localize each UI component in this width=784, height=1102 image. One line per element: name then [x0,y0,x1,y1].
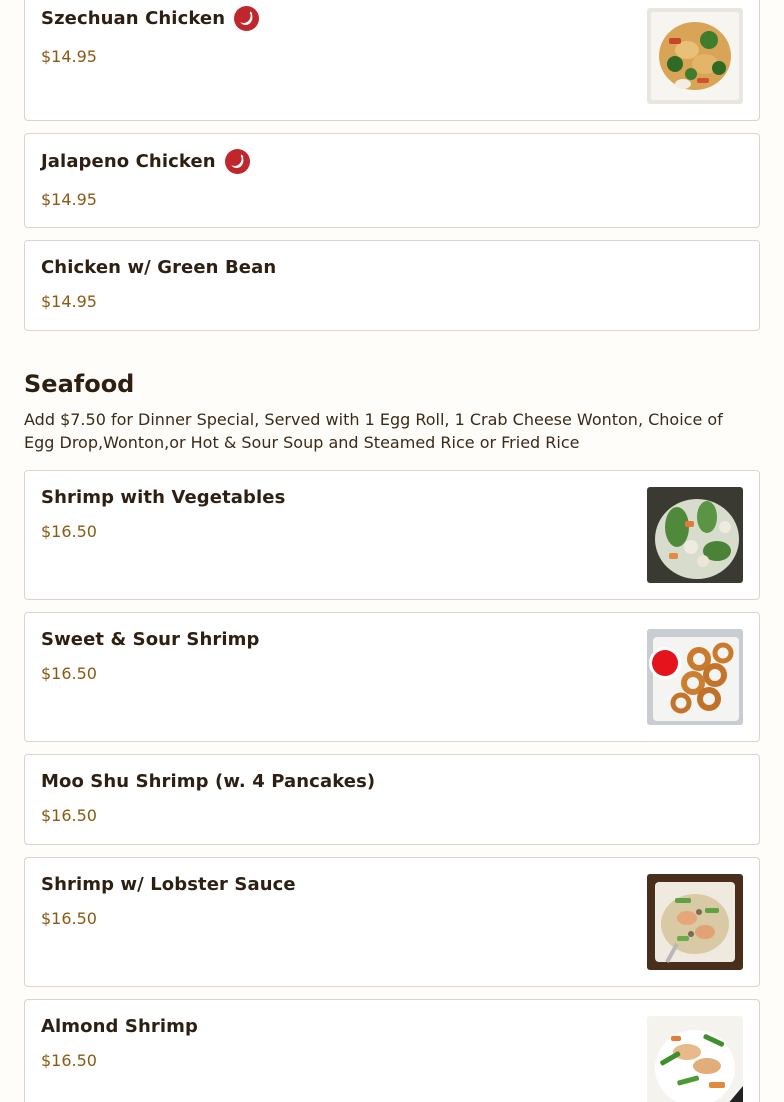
food-photo[interactable] [647,487,743,583]
menu-item-title-row: Moo Shu Shrimp (w. 4 Pancakes) [41,768,375,794]
menu-item-title-row: Chicken w/ Green Bean [41,254,276,280]
menu-item-price: $16.50 [41,522,97,541]
menu-item-name: Almond Shrimp [41,1015,198,1037]
menu-item-name: Sweet & Sour Shrimp [41,628,260,650]
menu-item-name: Shrimp w/ Lobster Sauce [41,873,296,895]
menu-item-price: $16.50 [41,664,97,683]
menu-item-price: $14.95 [41,190,97,209]
menu-item-card[interactable]: Sweet & Sour Shrimp $16.50 [24,612,760,742]
menu-item-card[interactable]: Almond Shrimp $16.50 [24,999,760,1102]
chili-pepper-icon [234,5,260,31]
menu-item-card[interactable]: Shrimp w/ Lobster Sauce $16.50 [24,857,760,987]
food-photo[interactable] [647,8,743,104]
menu-item-card[interactable]: Chicken w/ Green Bean $14.95 [24,240,760,331]
menu-item-name: Jalapeno Chicken [41,150,216,172]
menu-item-title-row: Almond Shrimp [41,1013,198,1039]
menu-item-card[interactable]: Moo Shu Shrimp (w. 4 Pancakes) $16.50 [24,754,760,845]
menu-item-price: $16.50 [41,806,97,825]
menu-item-title-row: Shrimp w/ Lobster Sauce [41,871,296,897]
menu-item-price: $16.50 [41,909,97,928]
menu-item-name: Chicken w/ Green Bean [41,256,277,278]
menu-page: Szechuan Chicken $14.95 Jalapeno Chicken… [0,0,784,1102]
menu-item-title-row: Shrimp with Vegetables [41,484,285,510]
menu-item-title-row: Szechuan Chicken [41,5,260,31]
section-title: Seafood [24,370,135,398]
menu-item-name: Szechuan Chicken [41,7,226,29]
menu-item-card[interactable]: Jalapeno Chicken $14.95 [24,133,760,228]
menu-item-price: $14.95 [41,292,97,311]
menu-item-title-row: Jalapeno Chicken [41,148,250,174]
food-photo[interactable] [647,1016,743,1102]
food-photo[interactable] [647,629,743,725]
menu-item-price: $16.50 [41,1051,97,1070]
menu-item-card[interactable]: Shrimp with Vegetables $16.50 [24,470,760,600]
menu-item-price: $14.95 [41,47,97,66]
menu-item-name: Shrimp with Vegetables [41,486,286,508]
food-photo[interactable] [647,874,743,970]
menu-item-card[interactable]: Szechuan Chicken $14.95 [24,0,760,121]
chili-pepper-icon [224,148,250,174]
menu-item-title-row: Sweet & Sour Shrimp [41,626,260,652]
section-description: Add $7.50 for Dinner Special, Served wit… [24,410,723,452]
menu-item-name: Moo Shu Shrimp (w. 4 Pancakes) [41,770,376,792]
